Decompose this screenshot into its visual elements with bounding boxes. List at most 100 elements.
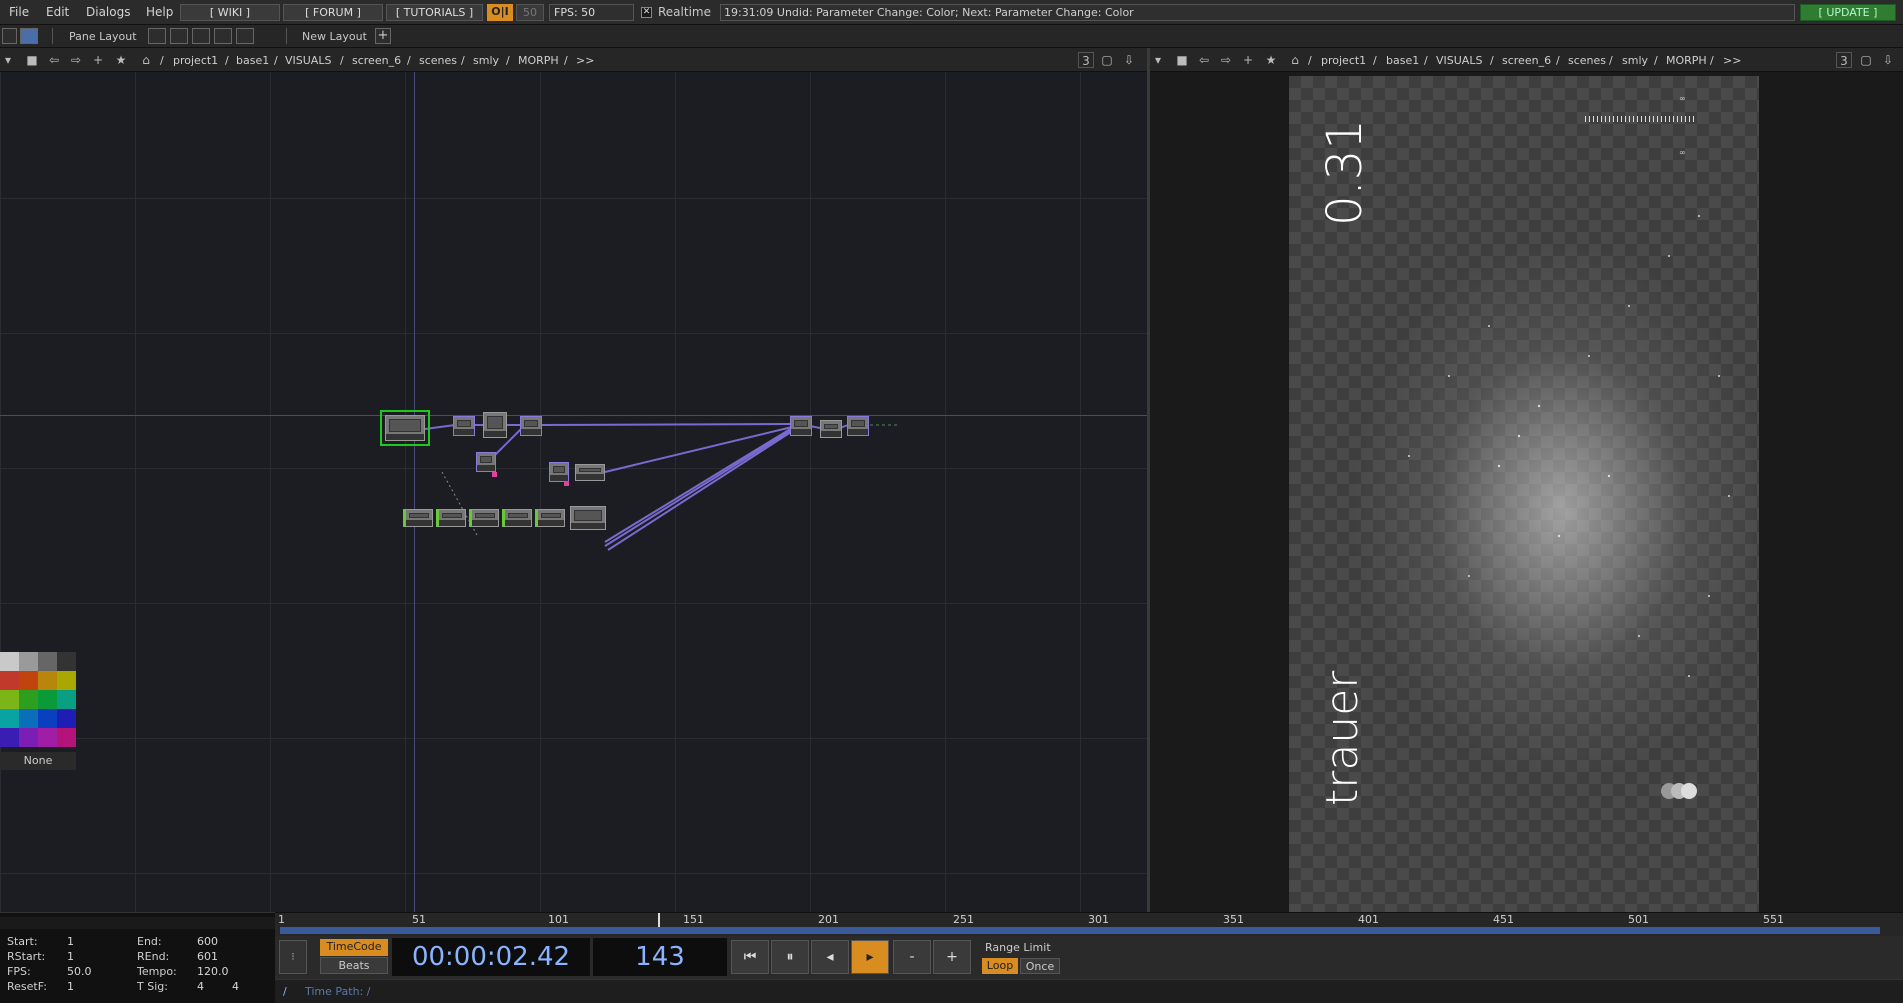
palette-swatch[interactable] — [19, 690, 38, 709]
once-toggle[interactable]: Once — [1020, 958, 1060, 974]
palette-swatch[interactable] — [38, 652, 57, 671]
stop-icon[interactable]: ■ — [1174, 52, 1190, 68]
breadcrumb-scenes[interactable]: scenes — [1568, 54, 1606, 67]
palette-swatch[interactable] — [0, 728, 19, 747]
palette-swatch[interactable] — [19, 709, 38, 728]
breadcrumb-screen6[interactable]: screen_6 — [352, 54, 401, 67]
forum-button[interactable]: [ FORUM ] — [283, 4, 383, 21]
wiki-button[interactable]: [ WIKI ] — [180, 4, 280, 21]
breadcrumb-morph[interactable]: MORPH — [1666, 54, 1707, 67]
operator-node[interactable] — [847, 416, 869, 436]
rend-value[interactable]: 601 — [197, 950, 218, 963]
step-plus-button[interactable]: + — [933, 940, 971, 974]
palette-swatch[interactable] — [19, 728, 38, 747]
breadcrumb-more[interactable]: >> — [576, 54, 594, 67]
breadcrumb-visuals[interactable]: VISUALS — [1436, 54, 1482, 67]
add-icon[interactable]: + — [1240, 52, 1256, 68]
forward-icon[interactable]: ⇨ — [68, 52, 84, 68]
stop-icon[interactable]: ■ — [24, 52, 40, 68]
breadcrumb-smly[interactable]: smly — [1622, 54, 1648, 67]
step-back-icon[interactable]: ◂ — [811, 940, 849, 974]
pane-number[interactable]: 3 — [1078, 52, 1094, 68]
pane-menu-icon[interactable]: ▾ — [0, 52, 16, 68]
add-layout-icon[interactable]: + — [375, 28, 391, 44]
palette-swatch[interactable] — [38, 671, 57, 690]
selected-node-frame[interactable] — [380, 410, 430, 446]
palette-swatch[interactable] — [0, 709, 19, 728]
play-icon[interactable]: ▸ — [851, 940, 889, 974]
layout-split-vertical-icon[interactable] — [170, 28, 188, 44]
menu-file[interactable]: File — [9, 5, 29, 19]
tsig-numerator[interactable]: 4 — [197, 980, 204, 993]
operator-node[interactable] — [535, 509, 565, 527]
palette-swatch[interactable] — [57, 652, 76, 671]
tutorials-button[interactable]: [ TUTORIALS ] — [386, 4, 483, 21]
operator-node[interactable] — [790, 416, 812, 436]
step-minus-button[interactable]: - — [893, 940, 931, 974]
palette-swatch[interactable] — [57, 728, 76, 747]
layout-single-icon[interactable] — [148, 28, 166, 44]
tempo-value[interactable]: 120.0 — [197, 965, 229, 978]
palette-swatch[interactable] — [57, 709, 76, 728]
home-icon[interactable]: ⌂ — [1287, 52, 1303, 68]
pane-menu-icon[interactable]: ▾ — [1150, 52, 1166, 68]
network-editor[interactable]: None — [0, 72, 1147, 912]
breadcrumb-smly[interactable]: smly — [473, 54, 499, 67]
palette-swatch[interactable] — [19, 671, 38, 690]
tsig-denominator[interactable]: 4 — [232, 980, 239, 993]
menu-help[interactable]: Help — [146, 5, 173, 19]
fps-field[interactable]: FPS: 50 — [549, 4, 634, 21]
playhead[interactable] — [658, 913, 660, 928]
operator-node[interactable] — [476, 452, 496, 472]
power-toggle[interactable]: O|I — [487, 4, 513, 21]
rewind-icon[interactable]: ⏮ — [731, 940, 769, 974]
download-icon[interactable]: ⇩ — [1121, 52, 1137, 68]
layout-four-icon[interactable] — [236, 28, 254, 44]
breadcrumb-base1[interactable]: base1 — [236, 54, 269, 67]
palette-swatch[interactable] — [19, 652, 38, 671]
beats-toggle[interactable]: Beats — [320, 957, 388, 974]
palette-swatch[interactable] — [57, 690, 76, 709]
layout-three-icon[interactable] — [214, 28, 232, 44]
back-icon[interactable]: ⇦ — [1196, 52, 1212, 68]
range-bar[interactable] — [280, 927, 1880, 934]
breadcrumb-scenes[interactable]: scenes — [419, 54, 457, 67]
resetf-value[interactable]: 1 — [67, 980, 74, 993]
fps-preset[interactable]: 50 — [516, 4, 544, 21]
layout-split-horizontal-icon[interactable] — [192, 28, 210, 44]
operator-node[interactable] — [549, 462, 569, 482]
breadcrumb-project1[interactable]: project1 — [173, 54, 218, 67]
star-icon[interactable]: ★ — [113, 52, 129, 68]
breadcrumb-project1[interactable]: project1 — [1321, 54, 1366, 67]
operator-node[interactable] — [570, 506, 606, 530]
maximize-icon[interactable]: ▢ — [1099, 52, 1115, 68]
loop-toggle[interactable]: Loop — [982, 958, 1018, 974]
operator-node[interactable] — [575, 464, 605, 481]
window-icon[interactable] — [2, 28, 17, 44]
palette-swatch[interactable] — [57, 671, 76, 690]
breadcrumb-screen6[interactable]: screen_6 — [1502, 54, 1551, 67]
menu-dialogs[interactable]: Dialogs — [86, 5, 130, 19]
palette-swatch[interactable] — [38, 690, 57, 709]
palette-swatch[interactable] — [0, 652, 19, 671]
forward-icon[interactable]: ⇨ — [1218, 52, 1234, 68]
transport-menu-icon[interactable]: ⁝ — [279, 940, 307, 974]
download-icon[interactable]: ⇩ — [1880, 52, 1896, 68]
timecode-toggle[interactable]: TimeCode — [320, 939, 388, 956]
rstart-value[interactable]: 1 — [67, 950, 74, 963]
realtime-checkbox[interactable]: ✕ — [641, 7, 652, 18]
time-path-slash[interactable]: / — [283, 985, 287, 998]
operator-node[interactable] — [502, 509, 532, 527]
breadcrumb-morph[interactable]: MORPH — [518, 54, 559, 67]
palette-swatch[interactable] — [38, 709, 57, 728]
add-icon[interactable]: + — [90, 52, 106, 68]
operator-node[interactable] — [403, 509, 433, 527]
operator-node[interactable] — [520, 416, 542, 436]
back-icon[interactable]: ⇦ — [46, 52, 62, 68]
end-value[interactable]: 600 — [197, 935, 218, 948]
frame-display[interactable]: 143 — [593, 938, 727, 976]
palette-swatch[interactable] — [0, 671, 19, 690]
viewer-pane[interactable]: ∞ ∞ 0.31 trauer — [1150, 72, 1903, 912]
palette-swatch[interactable] — [38, 728, 57, 747]
python-icon[interactable] — [20, 28, 38, 44]
